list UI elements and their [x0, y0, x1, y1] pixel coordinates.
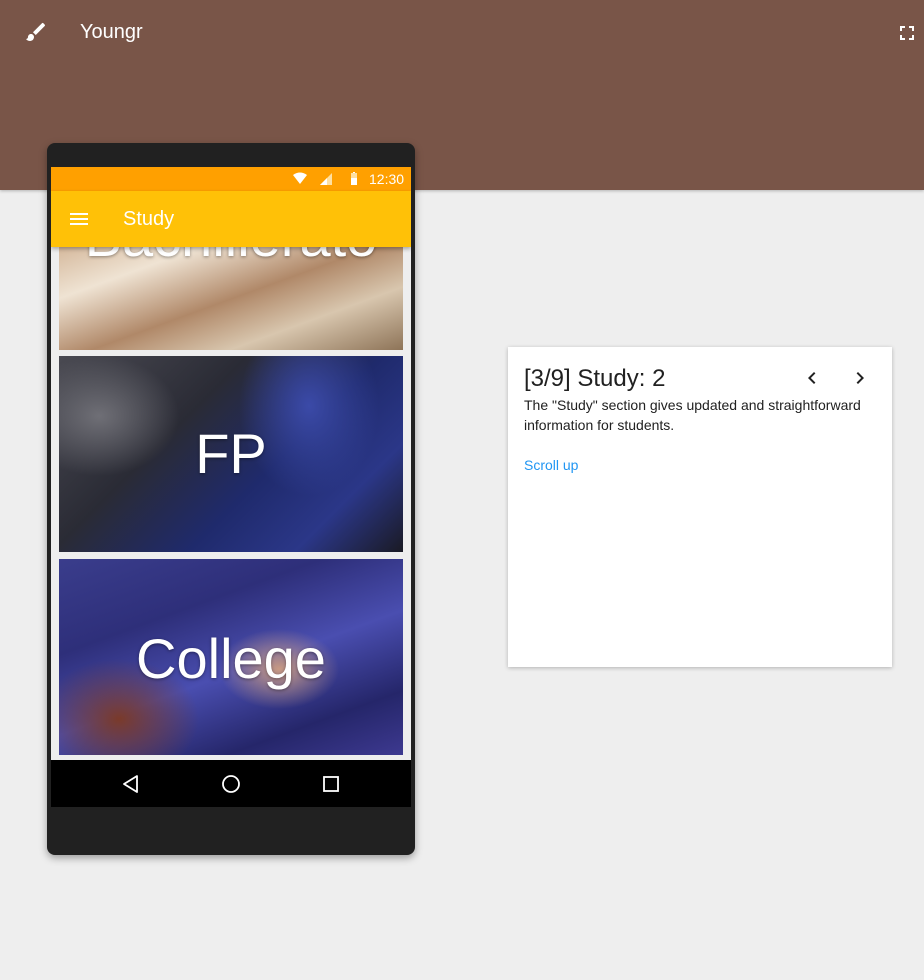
- back-icon[interactable]: [119, 772, 143, 796]
- scroll-up-link[interactable]: Scroll up: [524, 455, 578, 475]
- app-title: Youngr: [80, 21, 143, 43]
- app-bar-title: Study: [123, 208, 175, 230]
- card-fp[interactable]: FP: [59, 356, 403, 552]
- wifi-icon: [293, 172, 307, 184]
- app-bar: Study: [51, 191, 411, 247]
- chevron-left-icon[interactable]: [800, 366, 824, 390]
- recents-icon[interactable]: [319, 772, 343, 796]
- chevron-right-icon[interactable]: [848, 366, 872, 390]
- fullscreen-icon[interactable]: [895, 21, 919, 45]
- status-time: 12:30: [369, 171, 405, 187]
- card-college[interactable]: College: [59, 559, 403, 755]
- nav-bar: [51, 760, 411, 807]
- phone-frame: 12:30 Study Bachillerato FP College: [47, 143, 415, 855]
- phone-screen: 12:30 Study Bachillerato FP College: [51, 167, 411, 807]
- card-label: FP: [195, 422, 267, 485]
- tour-title: [3/9] Study: 2: [524, 365, 666, 392]
- tour-card: [3/9] Study: 2 The "Study" section gives…: [508, 347, 892, 667]
- brush-icon[interactable]: [24, 20, 48, 44]
- card-label: College: [136, 627, 326, 690]
- tour-description: The "Study" section gives updated and st…: [524, 397, 861, 433]
- status-bar: 12:30: [51, 167, 411, 191]
- battery-icon: [351, 172, 357, 185]
- home-icon[interactable]: [219, 772, 243, 796]
- signal-icon: [320, 173, 332, 185]
- menu-icon[interactable]: [67, 207, 91, 231]
